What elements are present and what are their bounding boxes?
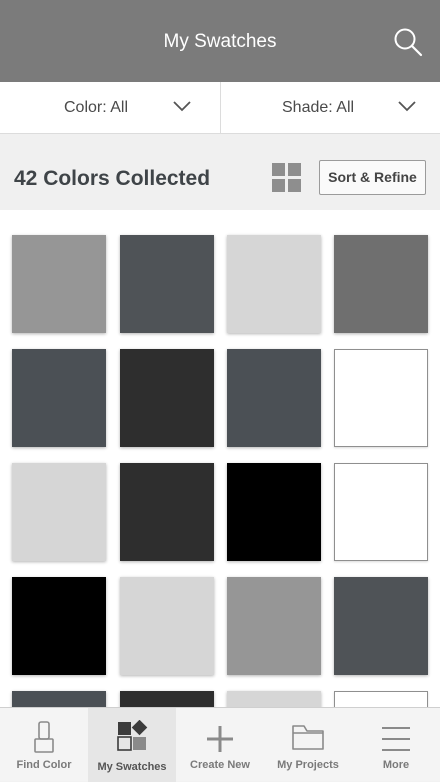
color-filter-dropdown[interactable]: Color: All xyxy=(0,82,220,133)
plus-icon xyxy=(207,726,233,752)
color-swatch[interactable] xyxy=(227,577,321,675)
color-swatch[interactable] xyxy=(334,577,428,675)
swatches-icon xyxy=(117,720,148,751)
page-title: My Swatches xyxy=(163,31,277,52)
color-swatch[interactable] xyxy=(227,349,321,447)
nav-more[interactable]: More xyxy=(352,708,440,782)
search-button[interactable] xyxy=(392,26,424,58)
top-app-bar: My Swatches xyxy=(0,0,440,82)
color-swatch[interactable] xyxy=(120,235,214,333)
color-swatch[interactable] xyxy=(227,691,321,707)
color-swatch[interactable] xyxy=(334,349,428,447)
nav-label: More xyxy=(382,759,410,771)
color-swatch[interactable] xyxy=(12,577,106,675)
color-swatch[interactable] xyxy=(12,349,106,447)
color-swatch[interactable] xyxy=(334,691,428,707)
color-swatch[interactable] xyxy=(12,463,106,561)
color-swatch[interactable] xyxy=(227,235,321,333)
color-swatch[interactable] xyxy=(12,691,106,707)
nav-label: My Projects xyxy=(277,759,339,771)
chevron-down-icon xyxy=(173,101,191,112)
chevron-down-icon xyxy=(398,101,416,112)
color-swatch[interactable] xyxy=(12,235,106,333)
grid-view-icon[interactable] xyxy=(272,163,302,193)
color-swatch[interactable] xyxy=(120,691,214,707)
menu-icon xyxy=(382,727,410,751)
color-swatch[interactable] xyxy=(334,235,428,333)
color-swatch[interactable] xyxy=(120,349,214,447)
collection-toolbar: 42 Colors Collected Sort & Refine xyxy=(0,134,440,210)
filter-bar: Color: All Shade: All xyxy=(0,82,440,134)
nav-create-new[interactable]: Create New xyxy=(176,708,264,782)
search-icon xyxy=(394,28,423,57)
nav-my-projects[interactable]: My Projects xyxy=(264,708,352,782)
nav-my-swatches[interactable]: My Swatches xyxy=(88,708,176,782)
color-swatch[interactable] xyxy=(120,463,214,561)
nav-label: My Swatches xyxy=(97,761,167,773)
nav-label: Create New xyxy=(190,759,250,771)
color-swatch[interactable] xyxy=(334,463,428,561)
swatch-grid xyxy=(0,210,440,707)
shade-filter-dropdown[interactable]: Shade: All xyxy=(220,82,440,133)
nav-label: Find Color xyxy=(16,759,72,771)
folder-icon xyxy=(292,725,324,750)
shade-filter-label: Shade: All xyxy=(282,99,355,116)
paintbrush-icon xyxy=(34,721,54,753)
color-swatch[interactable] xyxy=(120,577,214,675)
sort-refine-button[interactable]: Sort & Refine xyxy=(319,160,426,195)
color-filter-label: Color: All xyxy=(64,99,129,116)
nav-find-color[interactable]: Find Color xyxy=(0,708,88,782)
color-swatch[interactable] xyxy=(227,463,321,561)
bottom-nav: Find Color My Swatches Create New My Pro… xyxy=(0,707,440,782)
